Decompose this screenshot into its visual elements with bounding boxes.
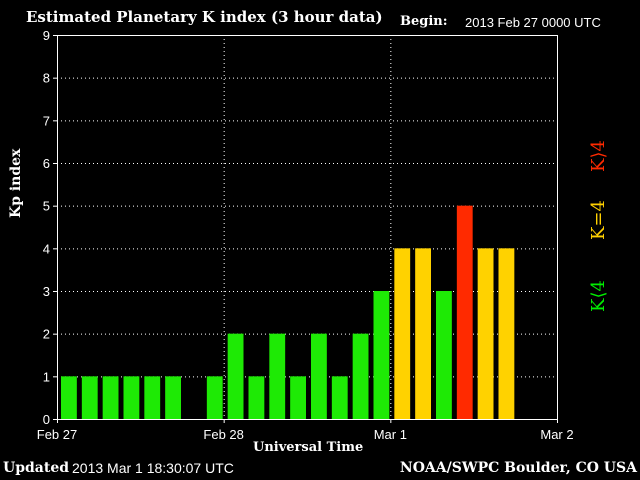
y-tick-label: 9: [43, 28, 50, 43]
kp-bar: [456, 205, 473, 419]
x-axis-label: Universal Time: [253, 440, 364, 455]
y-tick-label: 6: [43, 156, 50, 171]
y-tick-label: 0: [43, 412, 50, 427]
kp-bar: [248, 376, 265, 419]
y-tick-label: 1: [43, 369, 50, 384]
kp-bar: [373, 291, 390, 419]
updated-label: Updated: [3, 460, 70, 476]
kp-bar: [144, 376, 161, 419]
kp-bar: [102, 376, 119, 419]
x-tick-label: Mar 2: [540, 427, 573, 442]
y-tick-label: 4: [43, 241, 50, 256]
kp-bar: [394, 248, 411, 419]
kp-bar: [331, 376, 348, 419]
y-tick-label: 8: [43, 71, 50, 86]
kp-bar: [227, 333, 244, 419]
legend-k-equal-4: K=4: [588, 200, 609, 240]
source-credit: NOAA/SWPC Boulder, CO USA: [399, 460, 637, 476]
y-tick-label: 5: [43, 199, 50, 214]
legend-k-above-4: K⟩4: [588, 140, 609, 172]
kp-bar: [206, 376, 223, 419]
kp-bar: [269, 333, 286, 419]
x-tick-label: Feb 28: [203, 427, 243, 442]
kp-bar: [311, 333, 327, 419]
y-tick-label: 2: [43, 327, 50, 342]
kp-bar-chart: 0 1 2 3 4 5 6 7 8 9 Feb 27 Feb 28 Mar 1 Mar 2: [37, 28, 574, 442]
updated-timestamp: 2013 Mar 1 18:30:07 UTC: [72, 460, 234, 476]
x-tick-label: Feb 27: [37, 427, 77, 442]
kp-bar: [61, 376, 77, 419]
kp-bar: [165, 376, 181, 419]
kp-bar: [290, 376, 306, 419]
y-tick-label: 3: [43, 284, 50, 299]
kp-bar: [81, 376, 98, 419]
kp-bar: [415, 248, 431, 419]
legend-k-below-4: K⟨4: [588, 280, 609, 312]
y-axis-label: Kp index: [8, 148, 24, 218]
kp-bar: [123, 376, 140, 419]
x-tick-label: Mar 1: [374, 427, 407, 442]
kp-bar: [498, 248, 515, 419]
kp-bar: [352, 333, 369, 419]
kp-bar: [436, 291, 452, 419]
kp-bar: [477, 248, 494, 419]
y-tick-label: 7: [43, 113, 50, 128]
